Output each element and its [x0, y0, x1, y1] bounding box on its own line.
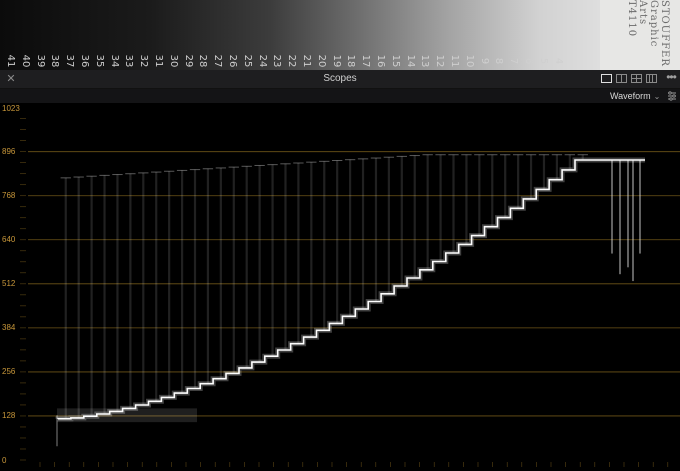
scale-label: 768	[2, 191, 16, 201]
dual-layout-icon[interactable]	[616, 74, 627, 83]
shadow-noise-band	[57, 408, 197, 423]
step-number: 37	[64, 54, 76, 68]
step-number: 41	[5, 54, 16, 68]
step-number: 13	[419, 54, 431, 68]
step-number: 25	[241, 54, 253, 68]
scope-toolbar: Waveform ⌄	[0, 89, 680, 103]
step-number: 18	[345, 54, 357, 68]
quad-split-icon[interactable]	[631, 74, 642, 83]
step-number: 19	[330, 54, 342, 68]
scale-label: 128	[2, 411, 16, 421]
scope-type-label: Waveform	[610, 91, 651, 101]
step-number: 11	[449, 54, 460, 68]
step-number: 31	[153, 54, 164, 68]
step-number: 40	[19, 54, 31, 68]
step-number: 28	[197, 54, 209, 68]
step-number: 9	[478, 57, 490, 65]
scale-label: 896	[2, 147, 16, 157]
scale-label: 0	[2, 455, 7, 465]
scale-label: 640	[2, 235, 16, 245]
waveform-plot	[20, 118, 680, 467]
waveform-scope: 1023 896 768 640 512 384 256 128 0	[0, 103, 680, 471]
panel-title: Scopes	[323, 73, 357, 84]
staircase-glow	[55, 157, 645, 422]
step-number: 12	[434, 54, 446, 68]
brand-line-1: STOUFFER	[659, 0, 670, 67]
brand-line-2: Graphic Arts	[637, 0, 659, 48]
close-icon[interactable]: ✕	[5, 72, 17, 86]
waveform-trace	[55, 154, 645, 447]
scale-label: 256	[2, 367, 16, 377]
step-number: 29	[182, 54, 194, 68]
step-number: 30	[167, 54, 179, 68]
step-number: 16	[375, 54, 386, 68]
step-number: 6	[523, 57, 534, 65]
scale-label: 1023	[2, 103, 20, 113]
step-wedge-brand: STOUFFER Graphic Arts T4110	[600, 0, 680, 70]
step-number: 14	[404, 54, 416, 68]
step-number: 15	[389, 54, 401, 68]
step-wedge-image: 41 40 39 38 37 36 35 34 33 32 31 30 29 28 27 26 25 24 23 22…	[0, 0, 680, 70]
settings-icon[interactable]	[667, 91, 677, 101]
scale-label: 384	[2, 323, 16, 333]
step-number: 23	[271, 54, 283, 68]
step-number: 34	[108, 54, 120, 68]
grid-layout-icon[interactable]	[646, 74, 657, 83]
step-number: 5	[537, 57, 549, 65]
step-number: 22	[286, 54, 298, 68]
step-number: 17	[360, 54, 372, 68]
step-number: 4	[552, 57, 564, 65]
more-icon[interactable]: •••	[664, 70, 678, 88]
scale-label: 512	[2, 279, 16, 289]
step-number: 20	[315, 54, 327, 68]
single-layout-icon[interactable]	[601, 74, 612, 83]
staircase-trace	[57, 159, 645, 420]
scope-type-select[interactable]: Waveform ⌄	[610, 89, 660, 103]
step-number: 26	[227, 54, 238, 68]
step-number: 21	[301, 54, 312, 68]
step-number: 24	[256, 54, 268, 68]
step-number: 33	[123, 54, 135, 68]
scopes-panel-header: ✕ Scopes •••	[0, 70, 680, 89]
step-number: 36	[79, 54, 90, 68]
step-number: 10	[463, 54, 475, 68]
step-number: 8	[493, 57, 505, 65]
step-number: 32	[138, 54, 150, 68]
step-number: 35	[93, 54, 105, 68]
brand-line-3: T4110	[626, 0, 637, 38]
step-number: 38	[49, 54, 61, 68]
step-number: 7	[508, 57, 520, 65]
chevron-down-icon: ⌄	[653, 92, 661, 101]
step-number: 27	[212, 54, 224, 68]
step-number: 39	[34, 54, 46, 68]
